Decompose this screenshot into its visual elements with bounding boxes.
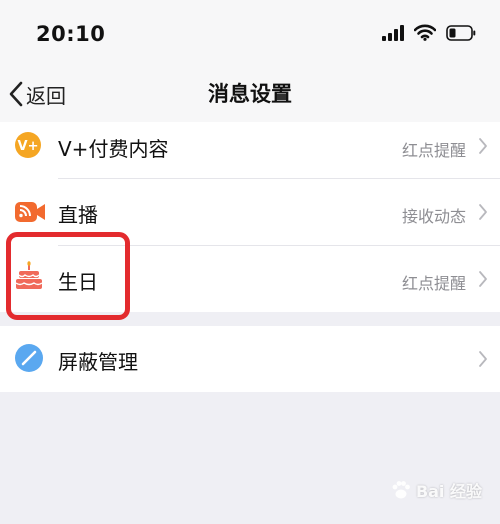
row-value: 红点提醒	[401, 274, 466, 293]
paw-icon	[392, 481, 410, 499]
settings-row-block[interactable]: 屏蔽管理	[0, 326, 500, 392]
settings-row-vplus[interactable]: V+ V+付费内容 红点提醒	[0, 112, 500, 178]
cellular-signal-icon	[382, 24, 404, 41]
live-camera-icon	[15, 202, 45, 222]
status-icons	[382, 24, 476, 41]
row-value: 接收动态	[401, 207, 466, 226]
block-icon	[15, 344, 43, 372]
svg-text:V+: V+	[18, 139, 39, 154]
chevron-right-icon	[479, 351, 487, 367]
highlight-annotation	[6, 232, 130, 320]
block-settings-group: 屏蔽管理	[0, 326, 500, 392]
status-time: 20:10	[36, 22, 106, 46]
battery-icon	[446, 24, 476, 41]
row-value: 红点提醒	[401, 141, 466, 160]
row-label: 屏蔽管理	[58, 350, 138, 374]
page-title: 消息设置	[208, 82, 292, 106]
chevron-right-icon	[479, 204, 487, 220]
watermark-text: Bai 经验	[415, 482, 482, 501]
wifi-icon	[414, 24, 436, 41]
chevron-right-icon	[479, 138, 487, 154]
vplus-icon: V+	[15, 132, 41, 158]
status-bar: 20:10	[0, 0, 500, 66]
watermark: Bai 经验	[390, 478, 482, 502]
chevron-right-icon	[479, 271, 487, 287]
row-label: V+付费内容	[58, 137, 169, 161]
row-label: 直播	[58, 203, 98, 227]
